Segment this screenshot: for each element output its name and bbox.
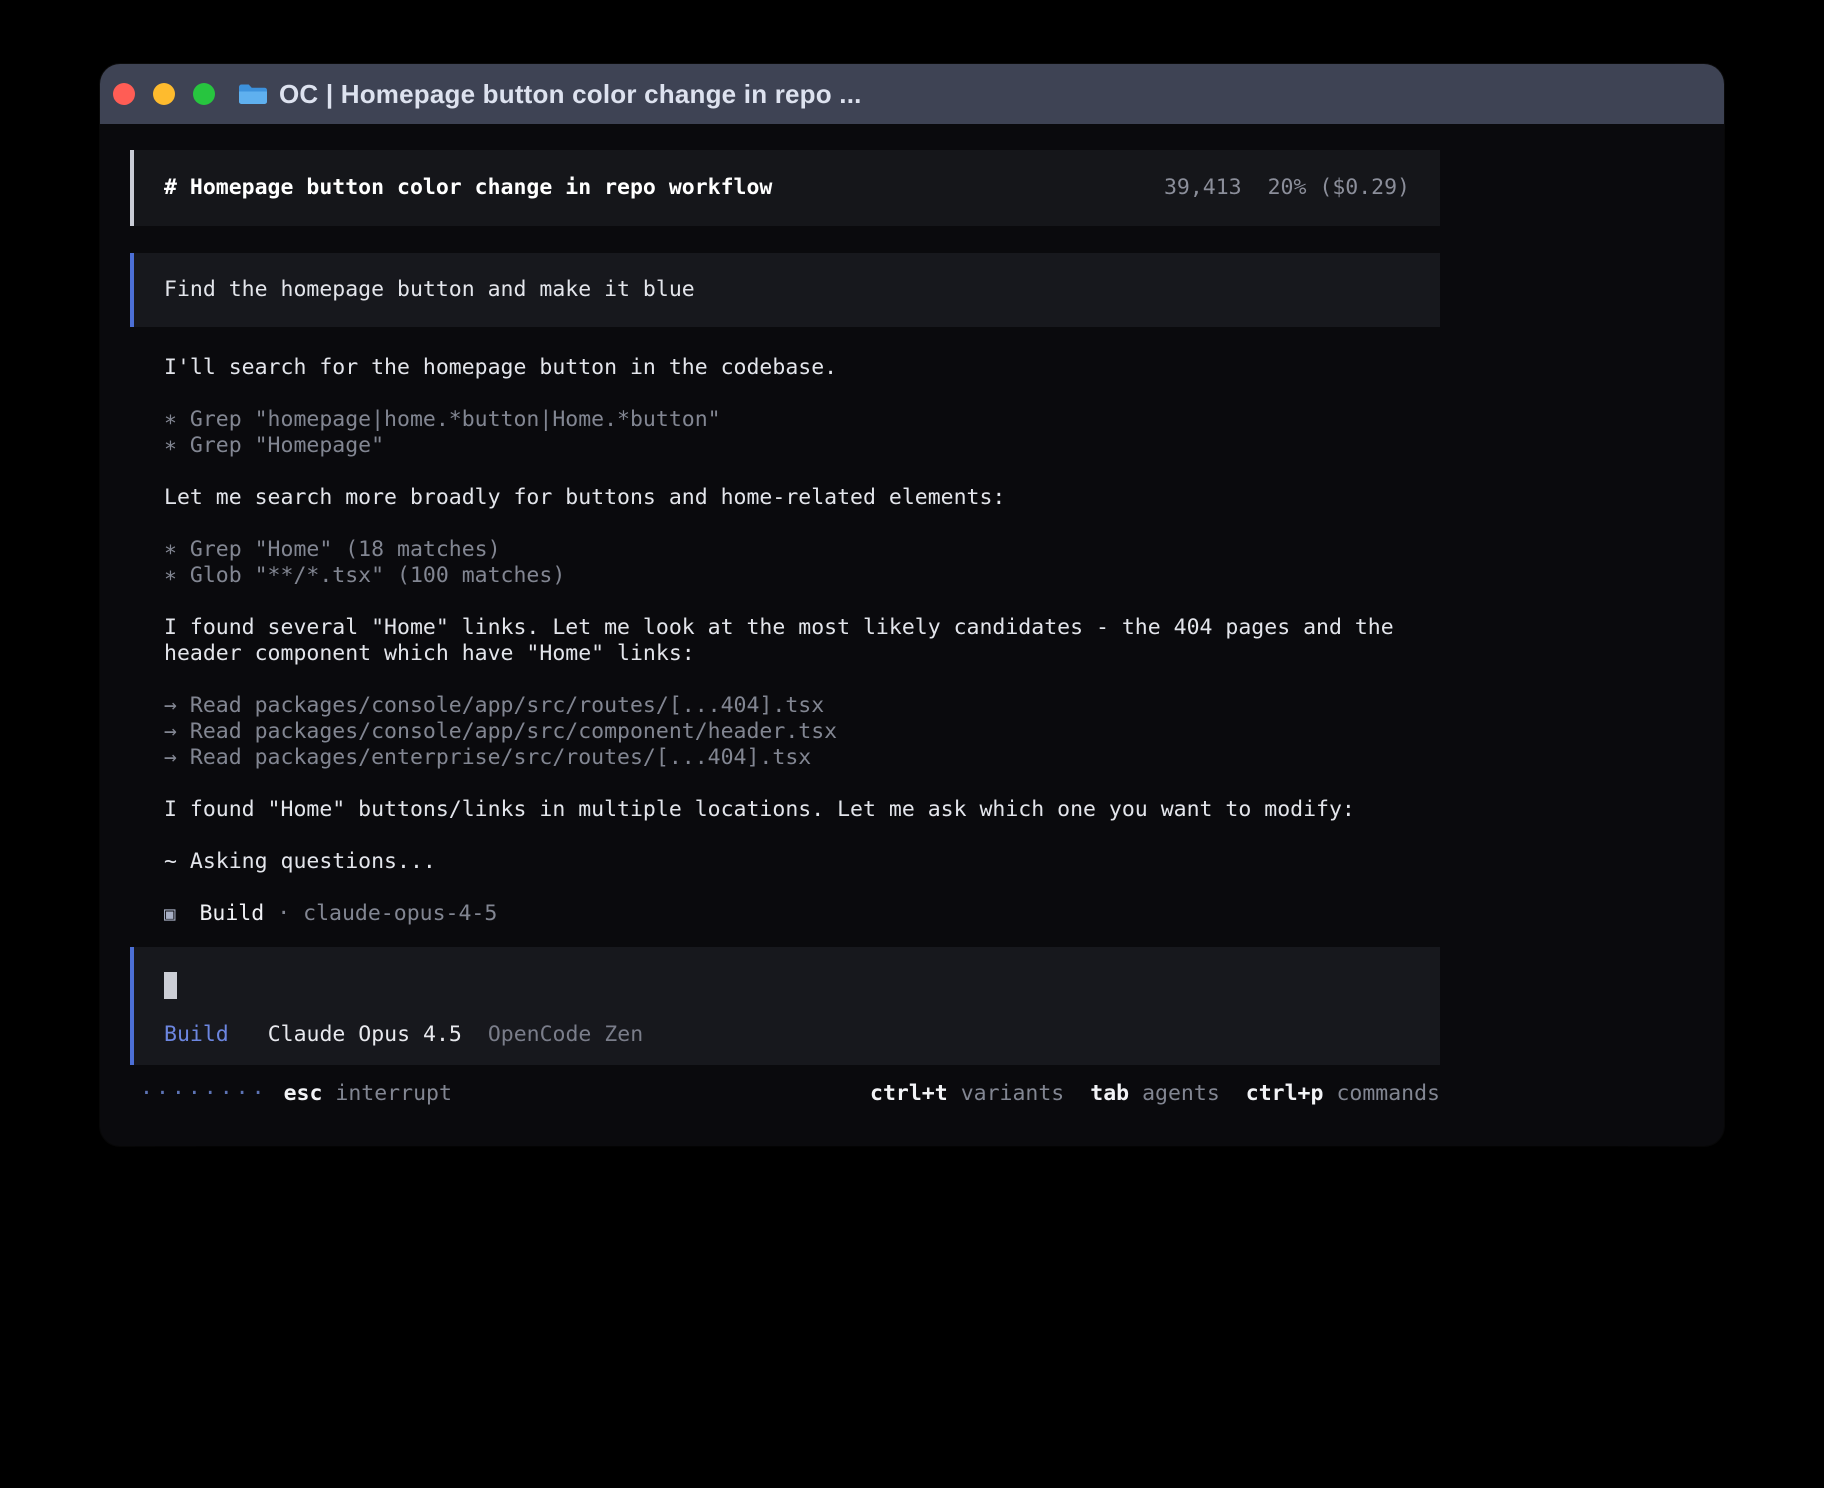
terminal-content: # Homepage button color change in repo w… bbox=[100, 124, 1724, 1146]
agents-key-hint: tab bbox=[1090, 1081, 1129, 1107]
commands-hint: ctrl+p commands bbox=[1246, 1081, 1440, 1107]
assistant-status-text: ~ Asking questions... bbox=[164, 849, 1408, 875]
session-stats: 39,413 20% ($0.29) bbox=[1164, 175, 1410, 201]
user-message-text: Find the homepage button and make it blu… bbox=[164, 277, 695, 302]
user-message: Find the homepage button and make it blu… bbox=[130, 253, 1440, 327]
assistant-text: I found several "Home" links. Let me loo… bbox=[164, 615, 1408, 667]
title-area: OC | Homepage button color change in rep… bbox=[237, 81, 862, 107]
tool-call-grep: ∗ Grep "Home" (18 matches) bbox=[164, 537, 1408, 563]
close-button[interactable] bbox=[113, 83, 135, 105]
input-footer: Build Claude Opus 4.5 OpenCode Zen bbox=[164, 1022, 1410, 1048]
tool-call-read: → Read packages/console/app/src/componen… bbox=[164, 719, 1408, 745]
traffic-lights bbox=[113, 83, 215, 105]
tool-call-grep: ∗ Grep "homepage|home.*button|Home.*butt… bbox=[164, 407, 1408, 433]
esc-key-hint: esc bbox=[284, 1081, 323, 1107]
tool-call-read: → Read packages/enterprise/src/routes/[.… bbox=[164, 745, 1408, 771]
agent-model: claude-opus-4-5 bbox=[303, 901, 497, 927]
provider-label: OpenCode Zen bbox=[488, 1022, 643, 1047]
status-bar: ········ esc interrupt ctrl+t variants t… bbox=[130, 1081, 1440, 1107]
variants-label: variants bbox=[961, 1081, 1065, 1107]
assistant-text: Let me search more broadly for buttons a… bbox=[164, 485, 1408, 511]
token-count: 39,413 bbox=[1164, 175, 1242, 200]
commands-key-hint: ctrl+p bbox=[1246, 1081, 1324, 1107]
keyboard-hints: ctrl+t variants tab agents ctrl+p comman… bbox=[870, 1081, 1440, 1107]
agent-status-line: ▣ Build · claude-opus-4-5 bbox=[164, 901, 1408, 927]
agent-name: Build bbox=[199, 901, 264, 927]
prompt-input[interactable]: Build Claude Opus 4.5 OpenCode Zen bbox=[130, 947, 1440, 1065]
esc-action-label: interrupt bbox=[335, 1081, 452, 1107]
agent-square-icon: ▣ bbox=[164, 901, 175, 927]
agents-hint: tab agents bbox=[1090, 1081, 1220, 1107]
tool-call-read: → Read packages/console/app/src/routes/[… bbox=[164, 693, 1408, 719]
assistant-transcript: I'll search for the homepage button in t… bbox=[130, 327, 1440, 927]
window-title: OC | Homepage button color change in rep… bbox=[279, 81, 862, 107]
variants-hint: ctrl+t variants bbox=[870, 1081, 1064, 1107]
agent-separator: · bbox=[277, 901, 290, 927]
folder-icon bbox=[237, 82, 267, 106]
minimize-button[interactable] bbox=[153, 83, 175, 105]
terminal-window: OC | Homepage button color change in rep… bbox=[100, 64, 1724, 1146]
zoom-button[interactable] bbox=[193, 83, 215, 105]
tool-call-group: → Read packages/console/app/src/routes/[… bbox=[164, 693, 1408, 771]
agents-label: agents bbox=[1142, 1081, 1220, 1107]
agent-mode-label[interactable]: Build bbox=[164, 1022, 229, 1047]
tool-call-group: ∗ Grep "homepage|home.*button|Home.*butt… bbox=[164, 407, 1408, 459]
text-cursor bbox=[164, 972, 177, 999]
session-header: # Homepage button color change in repo w… bbox=[130, 150, 1440, 226]
commands-label: commands bbox=[1336, 1081, 1440, 1107]
variants-key-hint: ctrl+t bbox=[870, 1081, 948, 1107]
tool-call-glob: ∗ Glob "**/*.tsx" (100 matches) bbox=[164, 563, 1408, 589]
context-usage: 20% ($0.29) bbox=[1268, 175, 1410, 200]
tool-call-grep: ∗ Grep "Homepage" bbox=[164, 433, 1408, 459]
assistant-text: I found "Home" buttons/links in multiple… bbox=[164, 797, 1408, 823]
spinner-dots: ········ bbox=[140, 1081, 268, 1107]
model-label: Claude Opus 4.5 bbox=[268, 1022, 462, 1047]
window-titlebar[interactable]: OC | Homepage button color change in rep… bbox=[100, 64, 1724, 124]
assistant-text: I'll search for the homepage button in t… bbox=[164, 355, 1408, 381]
input-line[interactable] bbox=[164, 972, 1410, 999]
session-title: # Homepage button color change in repo w… bbox=[164, 175, 772, 201]
tool-call-group: ∗ Grep "Home" (18 matches) ∗ Glob "**/*.… bbox=[164, 537, 1408, 589]
